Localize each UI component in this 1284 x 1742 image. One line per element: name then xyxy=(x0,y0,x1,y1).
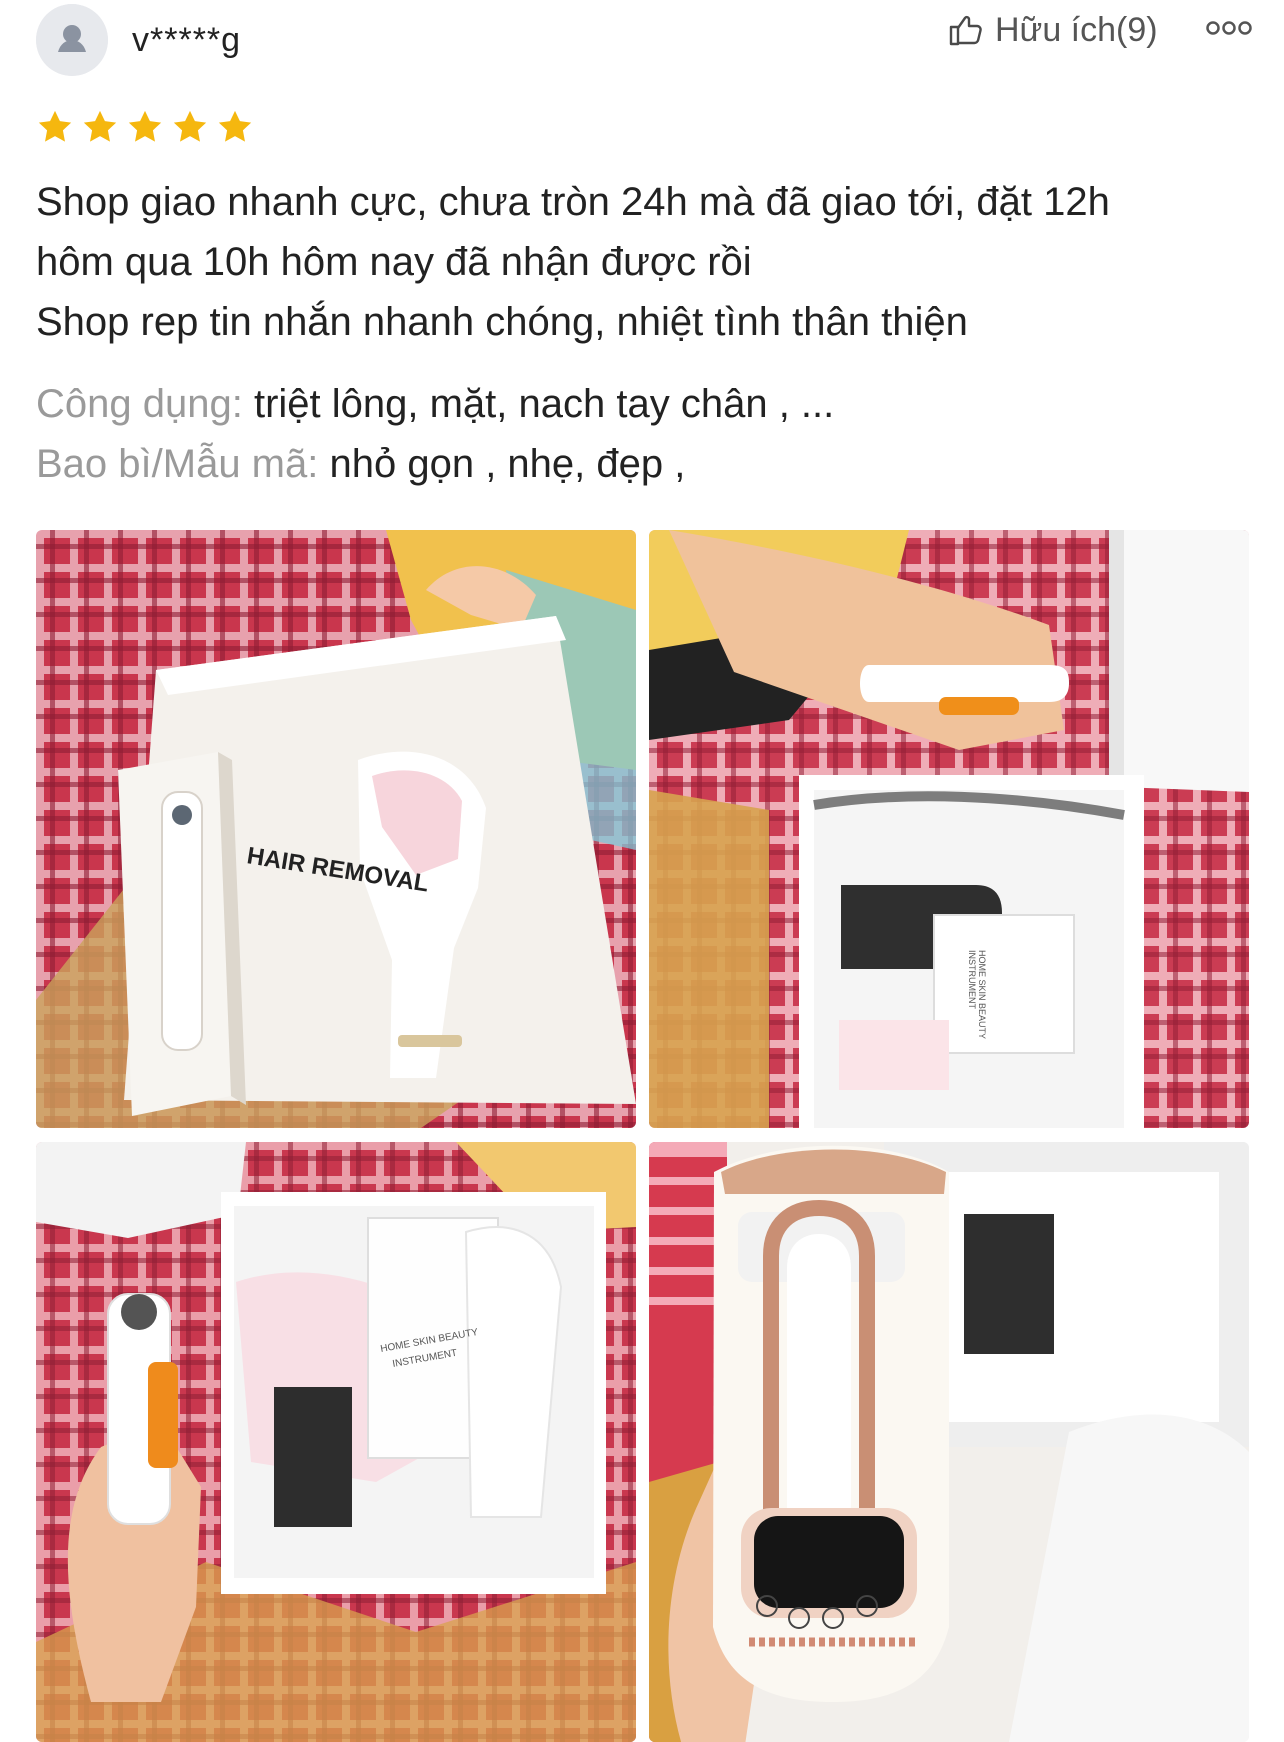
person-icon xyxy=(36,4,108,76)
star-icon xyxy=(38,110,72,142)
attribute-label: Bao bì/Mẫu mã: xyxy=(36,442,319,486)
attribute-packaging: Bao bì/Mẫu mã: nhỏ gọn , nhẹ, đẹp , xyxy=(36,434,685,494)
star-icon xyxy=(218,110,252,142)
review-photo[interactable] xyxy=(649,1142,1249,1742)
thumbs-up-icon xyxy=(949,15,982,46)
review-text-line: Shop giao nhanh cực, chưa tròn 24h mà đã… xyxy=(36,180,1110,224)
star-icon xyxy=(173,110,207,142)
review-text-line: hôm qua 10h hôm nay đã nhận được rồi xyxy=(36,240,752,284)
attribute-usage: Công dụng: triệt lông, mặt, nach tay châ… xyxy=(36,374,834,434)
review-photo[interactable]: HAIR REMOVAL xyxy=(36,530,636,1128)
reviewer-name: v*****g xyxy=(132,21,242,59)
attribute-value: triệt lông, mặt, nach tay chân , ... xyxy=(253,382,835,426)
more-icon xyxy=(1206,21,1252,35)
review-text-line: Shop rep tin nhắn nhanh chóng, nhiệt tìn… xyxy=(36,300,968,344)
attribute-value: nhỏ gọn , nhẹ, đẹp , xyxy=(329,442,686,486)
star-icon xyxy=(83,110,117,142)
review-photo[interactable]: HOME SKIN BEAUTY INSTRUMENT xyxy=(649,530,1249,1128)
review-photo[interactable]: HOME SKIN BEAUTY INSTRUMENT xyxy=(36,1142,636,1742)
photo-text: HOME SKIN BEAUTY xyxy=(977,950,987,1039)
rating-stars xyxy=(36,108,254,146)
photo-text: INSTRUMENT xyxy=(967,950,977,1009)
review-card: v*****g Hữu ích(9) Shop giao nhanh cực, … xyxy=(0,0,1284,1742)
more-button[interactable] xyxy=(1202,8,1256,48)
avatar[interactable] xyxy=(36,4,108,76)
star-icon xyxy=(128,110,162,142)
review-text: Shop giao nhanh cực, chưa tròn 24h mà đã… xyxy=(36,172,1246,352)
helpful-button[interactable]: Hữu ích(9) xyxy=(945,4,1158,56)
helpful-label: Hữu ích(9) xyxy=(995,10,1158,49)
attribute-label: Công dụng: xyxy=(36,382,243,426)
